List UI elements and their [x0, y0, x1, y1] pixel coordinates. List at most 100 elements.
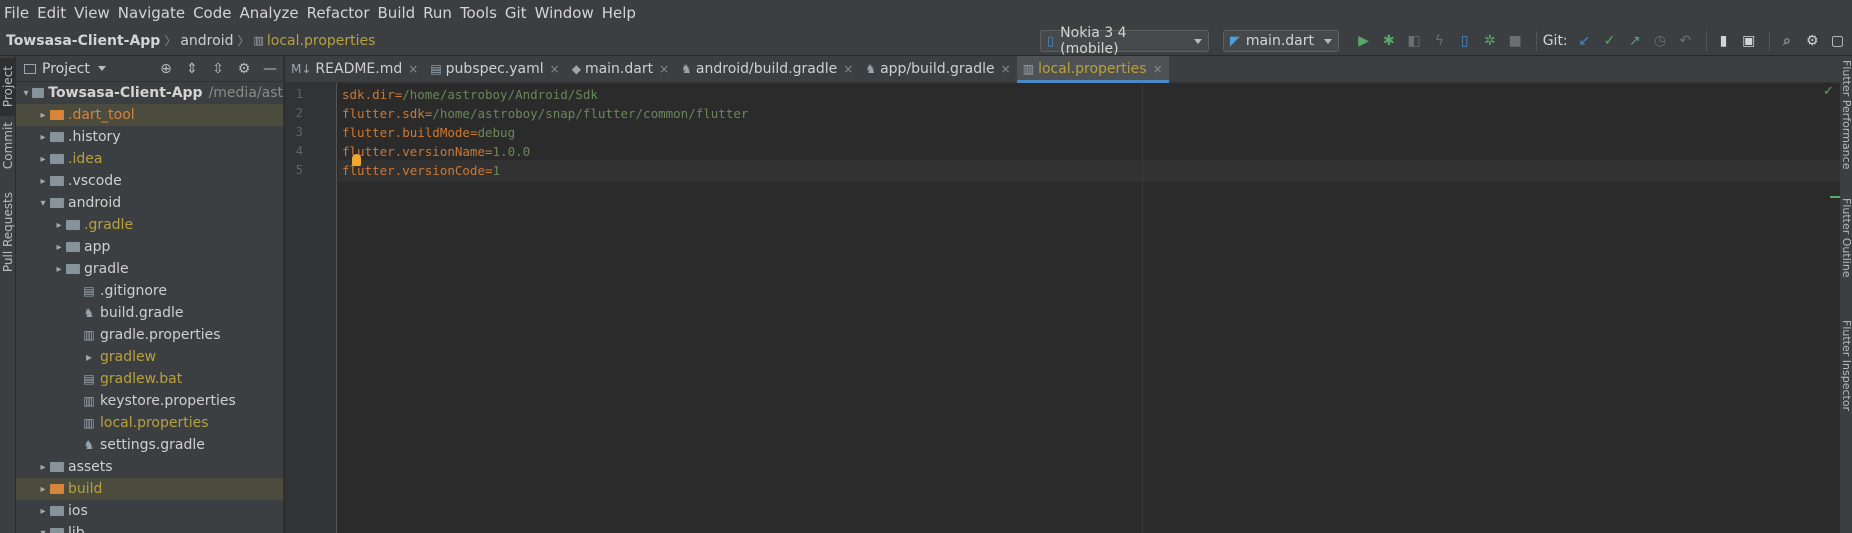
collapse-all-icon[interactable]: ⇳	[205, 61, 231, 77]
locate-file-icon[interactable]: ⊕	[153, 61, 179, 77]
hot-restart-icon[interactable]: ▯	[1454, 30, 1475, 52]
attach-debugger-icon[interactable]: ✲	[1479, 30, 1500, 52]
menu-edit[interactable]: Edit	[33, 0, 70, 26]
menu-analyze[interactable]: Analyze	[235, 0, 302, 26]
breadcrumb-file[interactable]: ▥ local.properties	[254, 33, 376, 49]
breadcrumb-folder[interactable]: android	[180, 33, 233, 49]
tree-item[interactable]: ▾ lib	[16, 522, 283, 533]
tree-item[interactable]: ▸ .gradle	[16, 214, 283, 236]
device-manager-icon[interactable]: ▮	[1713, 30, 1734, 52]
chevron-right-icon[interactable]: ▸	[36, 154, 50, 165]
chevron-right-icon[interactable]: ▸	[36, 110, 50, 121]
menu-view[interactable]: View	[70, 0, 114, 26]
editor-tab[interactable]: ▥ local.properties ×	[1016, 55, 1169, 83]
editor-tab[interactable]: M↓ README.md ×	[285, 56, 424, 83]
editor-tab[interactable]: ◆ main.dart ×	[566, 56, 675, 83]
menu-code[interactable]: Code	[189, 0, 235, 26]
tree-item[interactable]: ▸ gradle	[16, 258, 283, 280]
menu-help[interactable]: Help	[598, 0, 640, 26]
tool-tab-project[interactable]: Project	[0, 58, 16, 116]
properties-file-icon: ▥	[83, 394, 95, 408]
account-icon[interactable]: ▢	[1827, 30, 1848, 52]
menu-git[interactable]: Git	[501, 0, 531, 26]
menu-tools[interactable]: Tools	[456, 0, 501, 26]
close-icon[interactable]: ×	[550, 62, 560, 76]
folder-icon	[32, 88, 45, 98]
tree-item[interactable]: ▸ .history	[16, 126, 283, 148]
git-rollback-icon[interactable]: ↶	[1675, 30, 1696, 52]
hot-reload-icon[interactable]: ϟ	[1429, 30, 1450, 52]
run-configuration-selector[interactable]: ◤ main.dart	[1222, 30, 1339, 52]
editor-tab[interactable]: ▤ pubspec.yaml ×	[424, 56, 565, 83]
close-icon[interactable]: ×	[1153, 62, 1163, 76]
git-commit-icon[interactable]: ✓	[1599, 30, 1620, 52]
editor-tab[interactable]: ♞ app/build.gradle ×	[859, 56, 1016, 83]
git-push-icon[interactable]: ↗	[1624, 30, 1645, 52]
chevron-right-icon[interactable]: ▸	[36, 462, 50, 473]
menu-window[interactable]: Window	[531, 0, 598, 26]
menu-navigate[interactable]: Navigate	[114, 0, 189, 26]
chevron-right-icon[interactable]: ▸	[36, 484, 50, 495]
chevron-right-icon[interactable]: ▸	[52, 220, 66, 231]
tree-item[interactable]: ▸ ios	[16, 500, 283, 522]
close-icon[interactable]: ×	[843, 62, 853, 76]
chevron-right-icon[interactable]: ▸	[36, 132, 50, 143]
tree-item[interactable]: ▸ app	[16, 236, 283, 258]
sdk-manager-icon[interactable]: ▣	[1738, 30, 1759, 52]
menu-file[interactable]: File	[0, 0, 33, 26]
editor-tab[interactable]: ♞ android/build.gradle ×	[675, 56, 859, 83]
stop-icon[interactable]: ■	[1504, 30, 1525, 52]
settings-gear-icon[interactable]: ⚙	[1802, 30, 1823, 52]
tree-item[interactable]: ▤ .gitignore	[16, 280, 283, 302]
tree-item[interactable]: ♞ build.gradle	[16, 302, 283, 324]
breadcrumb-project[interactable]: Towsasa-Client-App	[6, 33, 160, 49]
tree-item[interactable]: ▸ .dart_tool	[16, 104, 283, 126]
tree-item[interactable]: ▾ android	[16, 192, 283, 214]
tree-item[interactable]: ▸ build	[16, 478, 283, 500]
tool-tab-commit[interactable]: Commit	[0, 118, 16, 174]
chevron-right-icon[interactable]: ▸	[52, 264, 66, 275]
close-icon[interactable]: ×	[659, 62, 669, 76]
tree-item[interactable]: ▸ gradlew	[16, 346, 283, 368]
hide-panel-icon[interactable]: —	[257, 61, 283, 77]
tree-item[interactable]: ▾ Towsasa-Client-App/media/ast	[16, 82, 283, 104]
tree-item[interactable]: ▸ .idea	[16, 148, 283, 170]
chevron-right-icon[interactable]: ▸	[36, 506, 50, 517]
git-history-icon[interactable]: ◷	[1649, 30, 1670, 52]
chevron-down-icon[interactable]: ▾	[20, 88, 32, 99]
chevron-down-icon[interactable]: ▾	[36, 528, 50, 533]
close-icon[interactable]: ×	[408, 62, 418, 76]
tree-item[interactable]: ▸ .vscode	[16, 170, 283, 192]
run-icon[interactable]: ▶	[1353, 30, 1374, 52]
tree-item[interactable]: ▥ gradle.properties	[16, 324, 283, 346]
tree-item[interactable]: ♞ settings.gradle	[16, 434, 283, 456]
tool-tab-flutter-performance[interactable]: Flutter Performance	[1840, 60, 1852, 173]
tool-tab-pull-requests[interactable]: Pull Requests	[0, 186, 16, 278]
gear-icon[interactable]: ⚙	[231, 61, 257, 77]
chevron-down-icon[interactable]	[97, 66, 106, 71]
menu-run[interactable]: Run	[419, 0, 456, 26]
close-icon[interactable]: ×	[1001, 62, 1011, 76]
search-icon[interactable]: ⌕	[1776, 30, 1797, 52]
tree-item[interactable]: ▥ local.properties	[16, 412, 283, 434]
debug-icon[interactable]: ✱	[1378, 30, 1399, 52]
device-selector[interactable]: ▯ Nokia 3 4 (mobile)	[1040, 25, 1209, 57]
tool-tab-flutter-inspector[interactable]: Flutter Inspector	[1840, 320, 1852, 415]
code-editor[interactable]: sdk.dir = /home/astroboy/Android/Sdk flutte…	[338, 83, 1840, 533]
chevron-down-icon[interactable]: ▾	[36, 198, 50, 209]
menu-build[interactable]: Build	[374, 0, 420, 26]
intention-bulb-icon[interactable]	[352, 154, 361, 166]
project-view-selector[interactable]: Project	[42, 61, 90, 77]
chevron-right-icon[interactable]: ▸	[36, 176, 50, 187]
tree-item[interactable]: ▸ assets	[16, 456, 283, 478]
expand-all-icon[interactable]: ⇕	[179, 61, 205, 77]
run-with-coverage-icon[interactable]: ◧	[1403, 30, 1424, 52]
chevron-right-icon[interactable]: ▸	[52, 242, 66, 253]
menu-refactor[interactable]: Refactor	[303, 0, 374, 26]
tree-item[interactable]: ▥ keystore.properties	[16, 390, 283, 412]
property-key: sdk.dir	[342, 87, 395, 102]
tool-tab-flutter-outline[interactable]: Flutter Outline	[1840, 198, 1852, 282]
tree-item[interactable]: ▤ gradlew.bat	[16, 368, 283, 390]
git-update-icon[interactable]: ↙	[1574, 30, 1595, 52]
inspection-ok-check-icon[interactable]: ✓	[1823, 84, 1834, 99]
